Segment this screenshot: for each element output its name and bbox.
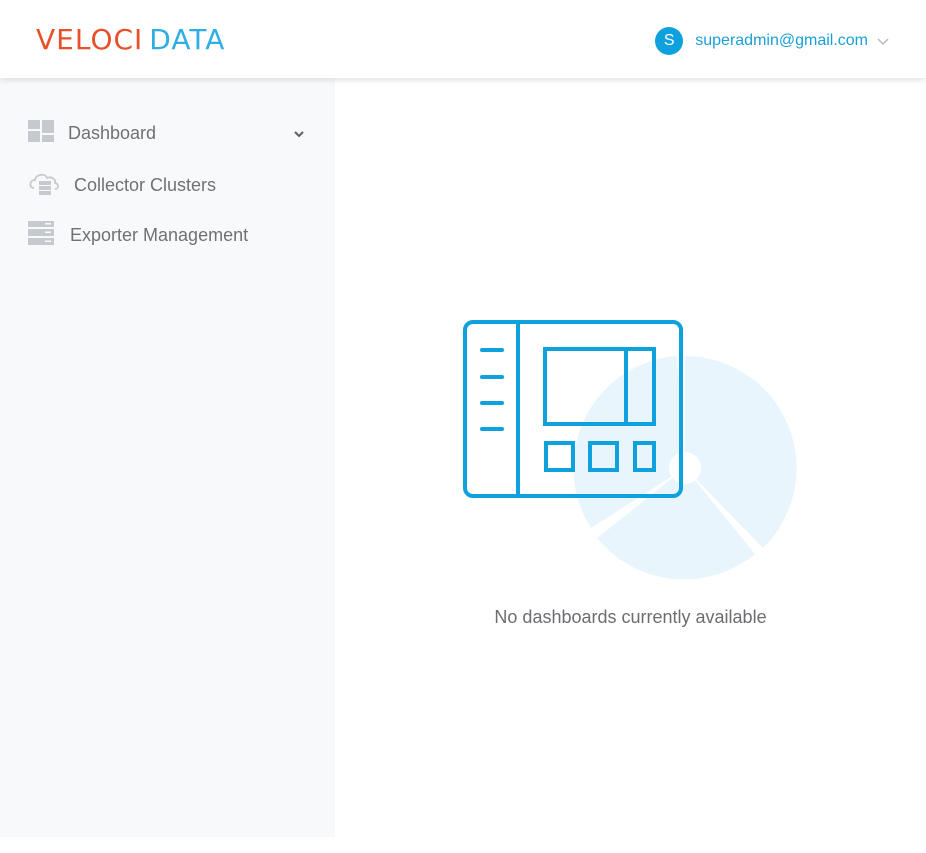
user-menu[interactable]: S superadmin@gmail.com (655, 26, 890, 56)
user-avatar[interactable]: S (655, 27, 684, 55)
sidebar-item-dashboard[interactable]: Dashboard (28, 120, 308, 147)
sidebar-item-collector-clusters[interactable]: Collector Clusters (28, 170, 308, 201)
sidebar: Dashboard Collector Clusters Exporter Ma… (0, 78, 335, 837)
main-content: No dashboards currently available (335, 78, 926, 853)
sidebar-item-label: Collector Clusters (74, 175, 217, 195)
top-header: VELOCI DATA S superadmin@gmail.com (0, 0, 926, 78)
user-email[interactable]: superadmin@gmail.com (695, 32, 868, 50)
sidebar-item-label: Exporter Management (70, 225, 249, 245)
sidebar-item-exporter-management[interactable]: Exporter Management (28, 221, 308, 250)
cloud-server-icon (28, 170, 60, 201)
chevron-down-icon[interactable] (876, 34, 890, 48)
logo-part-veloci: VELOCI (36, 23, 144, 56)
velocidata-logo[interactable]: VELOCI DATA (36, 22, 225, 58)
dashboard-grid-icon (28, 120, 54, 147)
dashboard-empty-icon (462, 318, 798, 587)
logo-part-data: DATA (149, 23, 226, 56)
sidebar-item-label: Dashboard (68, 123, 157, 143)
server-stack-icon (28, 221, 56, 250)
chevron-down-icon[interactable] (292, 127, 306, 141)
empty-state-message: No dashboards currently available (494, 607, 767, 627)
